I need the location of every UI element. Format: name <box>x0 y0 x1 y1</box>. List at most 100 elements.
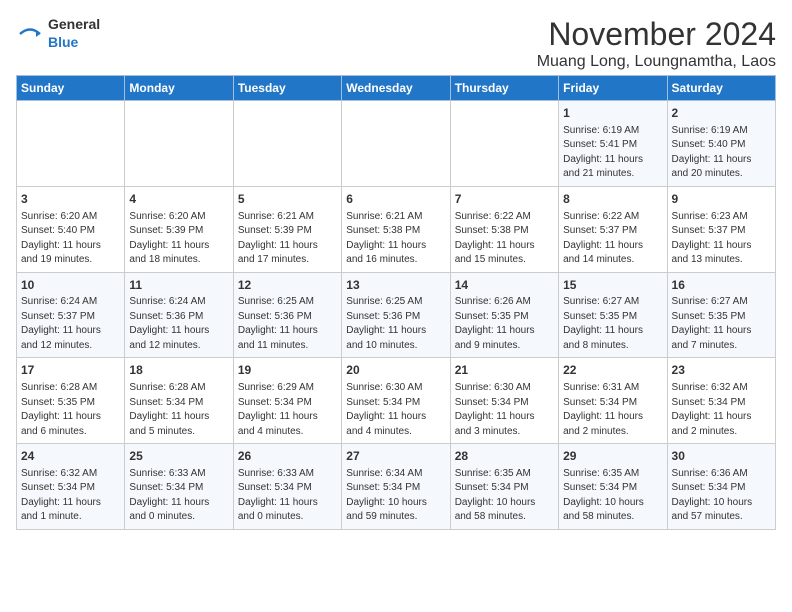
day-number: 13 <box>346 277 445 294</box>
calendar-cell: 12Sunrise: 6:25 AM Sunset: 5:36 PM Dayli… <box>233 272 341 358</box>
day-info: Sunrise: 6:27 AM Sunset: 5:35 PM Dayligh… <box>563 295 662 353</box>
calendar-cell: 4 Sunrise: 6:20 AM Sunset: 5:39 PM Daylig… <box>125 186 233 272</box>
calendar-week-4: 17 Sunrise: 6:28 AM Sunset: 5:35 PM Dayli… <box>17 358 776 444</box>
calendar-cell: 5Sunrise: 6:21 AM Sunset: 5:39 PM Daylig… <box>233 186 341 272</box>
day-info: Sunrise: 6:26 AM Sunset: 5:35 PM Dayligh… <box>455 295 554 353</box>
day-number: 17 <box>21 362 120 379</box>
day-info: Sunrise: 6:20 AM Sunset: 5:40 PM Dayligh… <box>21 210 120 268</box>
day-number: 7 <box>455 191 554 208</box>
day-number: 19 <box>238 362 337 379</box>
day-number: 27 <box>346 448 445 465</box>
day-info: Sunrise: 6:19 AM Sunset: 5:40 PM Dayligh… <box>672 124 771 182</box>
day-number: 1 <box>563 105 662 122</box>
day-info: Sunrise: 6:21 AM Sunset: 5:38 PM Dayligh… <box>346 210 445 268</box>
day-number: 8 <box>563 191 662 208</box>
logo-text-general: General <box>48 16 100 32</box>
day-info: Sunrise: 6:28 AM Sunset: 5:35 PM Dayligh… <box>21 381 120 439</box>
day-info: Sunrise: 6:23 AM Sunset: 5:37 PM Dayligh… <box>672 210 771 268</box>
day-info: Sunrise: 6:32 AM Sunset: 5:34 PM Dayligh… <box>21 467 120 525</box>
calendar-header: SundayMondayTuesdayWednesdayThursdayFrid… <box>17 76 776 101</box>
calendar-cell <box>342 101 450 187</box>
calendar-cell: 9 Sunrise: 6:23 AM Sunset: 5:37 PM Daylig… <box>667 186 775 272</box>
day-header-wednesday: Wednesday <box>342 76 450 101</box>
day-info: Sunrise: 6:30 AM Sunset: 5:34 PM Dayligh… <box>346 381 445 439</box>
calendar-cell: 16Sunrise: 6:27 AM Sunset: 5:35 PM Dayli… <box>667 272 775 358</box>
day-header-tuesday: Tuesday <box>233 76 341 101</box>
calendar-cell <box>233 101 341 187</box>
main-title: November 2024 <box>537 16 776 53</box>
calendar-cell: 3 Sunrise: 6:20 AM Sunset: 5:40 PM Daylig… <box>17 186 125 272</box>
day-number: 26 <box>238 448 337 465</box>
calendar-week-3: 10Sunrise: 6:24 AM Sunset: 5:37 PM Dayli… <box>17 272 776 358</box>
day-info: Sunrise: 6:30 AM Sunset: 5:34 PM Dayligh… <box>455 381 554 439</box>
day-info: Sunrise: 6:33 AM Sunset: 5:34 PM Dayligh… <box>238 467 337 525</box>
logo-text-blue: Blue <box>48 34 78 50</box>
day-number: 6 <box>346 191 445 208</box>
calendar-cell: 1 Sunrise: 6:19 AM Sunset: 5:41 PM Daylig… <box>559 101 667 187</box>
day-number: 2 <box>672 105 771 122</box>
day-info: Sunrise: 6:25 AM Sunset: 5:36 PM Dayligh… <box>238 295 337 353</box>
day-number: 24 <box>21 448 120 465</box>
day-info: Sunrise: 6:28 AM Sunset: 5:34 PM Dayligh… <box>129 381 228 439</box>
calendar-cell: 28 Sunrise: 6:35 AM Sunset: 5:34 PM Dayli… <box>450 444 558 530</box>
day-number: 21 <box>455 362 554 379</box>
day-number: 11 <box>129 277 228 294</box>
calendar-cell: 15Sunrise: 6:27 AM Sunset: 5:35 PM Dayli… <box>559 272 667 358</box>
calendar-cell: 20Sunrise: 6:30 AM Sunset: 5:34 PM Dayli… <box>342 358 450 444</box>
calendar-cell: 7 Sunrise: 6:22 AM Sunset: 5:38 PM Daylig… <box>450 186 558 272</box>
calendar-cell: 13Sunrise: 6:25 AM Sunset: 5:36 PM Dayli… <box>342 272 450 358</box>
day-number: 25 <box>129 448 228 465</box>
day-info: Sunrise: 6:34 AM Sunset: 5:34 PM Dayligh… <box>346 467 445 525</box>
title-block: November 2024 Muang Long, Loungnamtha, L… <box>537 16 776 71</box>
day-info: Sunrise: 6:22 AM Sunset: 5:38 PM Dayligh… <box>455 210 554 268</box>
calendar-cell <box>450 101 558 187</box>
day-number: 22 <box>563 362 662 379</box>
day-number: 4 <box>129 191 228 208</box>
day-info: Sunrise: 6:35 AM Sunset: 5:34 PM Dayligh… <box>455 467 554 525</box>
day-info: Sunrise: 6:36 AM Sunset: 5:34 PM Dayligh… <box>672 467 771 525</box>
day-info: Sunrise: 6:31 AM Sunset: 5:34 PM Dayligh… <box>563 381 662 439</box>
calendar-table: SundayMondayTuesdayWednesdayThursdayFrid… <box>16 75 776 530</box>
calendar-cell: 17 Sunrise: 6:28 AM Sunset: 5:35 PM Dayli… <box>17 358 125 444</box>
day-number: 3 <box>21 191 120 208</box>
calendar-cell: 18 Sunrise: 6:28 AM Sunset: 5:34 PM Dayli… <box>125 358 233 444</box>
calendar-cell: 11Sunrise: 6:24 AM Sunset: 5:36 PM Dayli… <box>125 272 233 358</box>
calendar-week-2: 3 Sunrise: 6:20 AM Sunset: 5:40 PM Daylig… <box>17 186 776 272</box>
day-number: 16 <box>672 277 771 294</box>
day-info: Sunrise: 6:32 AM Sunset: 5:34 PM Dayligh… <box>672 381 771 439</box>
calendar-cell: 29Sunrise: 6:35 AM Sunset: 5:34 PM Dayli… <box>559 444 667 530</box>
subtitle: Muang Long, Loungnamtha, Laos <box>537 53 776 71</box>
day-info: Sunrise: 6:33 AM Sunset: 5:34 PM Dayligh… <box>129 467 228 525</box>
day-number: 18 <box>129 362 228 379</box>
day-number: 14 <box>455 277 554 294</box>
day-info: Sunrise: 6:22 AM Sunset: 5:37 PM Dayligh… <box>563 210 662 268</box>
calendar-cell: 30 Sunrise: 6:36 AM Sunset: 5:34 PM Dayli… <box>667 444 775 530</box>
day-header-monday: Monday <box>125 76 233 101</box>
day-number: 10 <box>21 277 120 294</box>
page-header: General Blue November 2024 Muang Long, L… <box>16 16 776 71</box>
day-info: Sunrise: 6:24 AM Sunset: 5:37 PM Dayligh… <box>21 295 120 353</box>
day-number: 12 <box>238 277 337 294</box>
day-info: Sunrise: 6:29 AM Sunset: 5:34 PM Dayligh… <box>238 381 337 439</box>
calendar-cell: 27 Sunrise: 6:34 AM Sunset: 5:34 PM Dayli… <box>342 444 450 530</box>
calendar-cell <box>17 101 125 187</box>
calendar-cell: 14Sunrise: 6:26 AM Sunset: 5:35 PM Dayli… <box>450 272 558 358</box>
day-info: Sunrise: 6:19 AM Sunset: 5:41 PM Dayligh… <box>563 124 662 182</box>
calendar-cell: 26 Sunrise: 6:33 AM Sunset: 5:34 PM Dayli… <box>233 444 341 530</box>
calendar-cell: 25 Sunrise: 6:33 AM Sunset: 5:34 PM Dayli… <box>125 444 233 530</box>
day-number: 23 <box>672 362 771 379</box>
calendar-cell: 2 Sunrise: 6:19 AM Sunset: 5:40 PM Daylig… <box>667 101 775 187</box>
day-header-saturday: Saturday <box>667 76 775 101</box>
day-number: 30 <box>672 448 771 465</box>
calendar-cell: 8 Sunrise: 6:22 AM Sunset: 5:37 PM Daylig… <box>559 186 667 272</box>
day-info: Sunrise: 6:27 AM Sunset: 5:35 PM Dayligh… <box>672 295 771 353</box>
logo-icon <box>16 23 44 45</box>
day-info: Sunrise: 6:21 AM Sunset: 5:39 PM Dayligh… <box>238 210 337 268</box>
day-number: 9 <box>672 191 771 208</box>
calendar-cell: 21 Sunrise: 6:30 AM Sunset: 5:34 PM Dayli… <box>450 358 558 444</box>
day-number: 29 <box>563 448 662 465</box>
day-info: Sunrise: 6:24 AM Sunset: 5:36 PM Dayligh… <box>129 295 228 353</box>
day-info: Sunrise: 6:20 AM Sunset: 5:39 PM Dayligh… <box>129 210 228 268</box>
day-number: 28 <box>455 448 554 465</box>
logo: General Blue <box>16 16 100 52</box>
